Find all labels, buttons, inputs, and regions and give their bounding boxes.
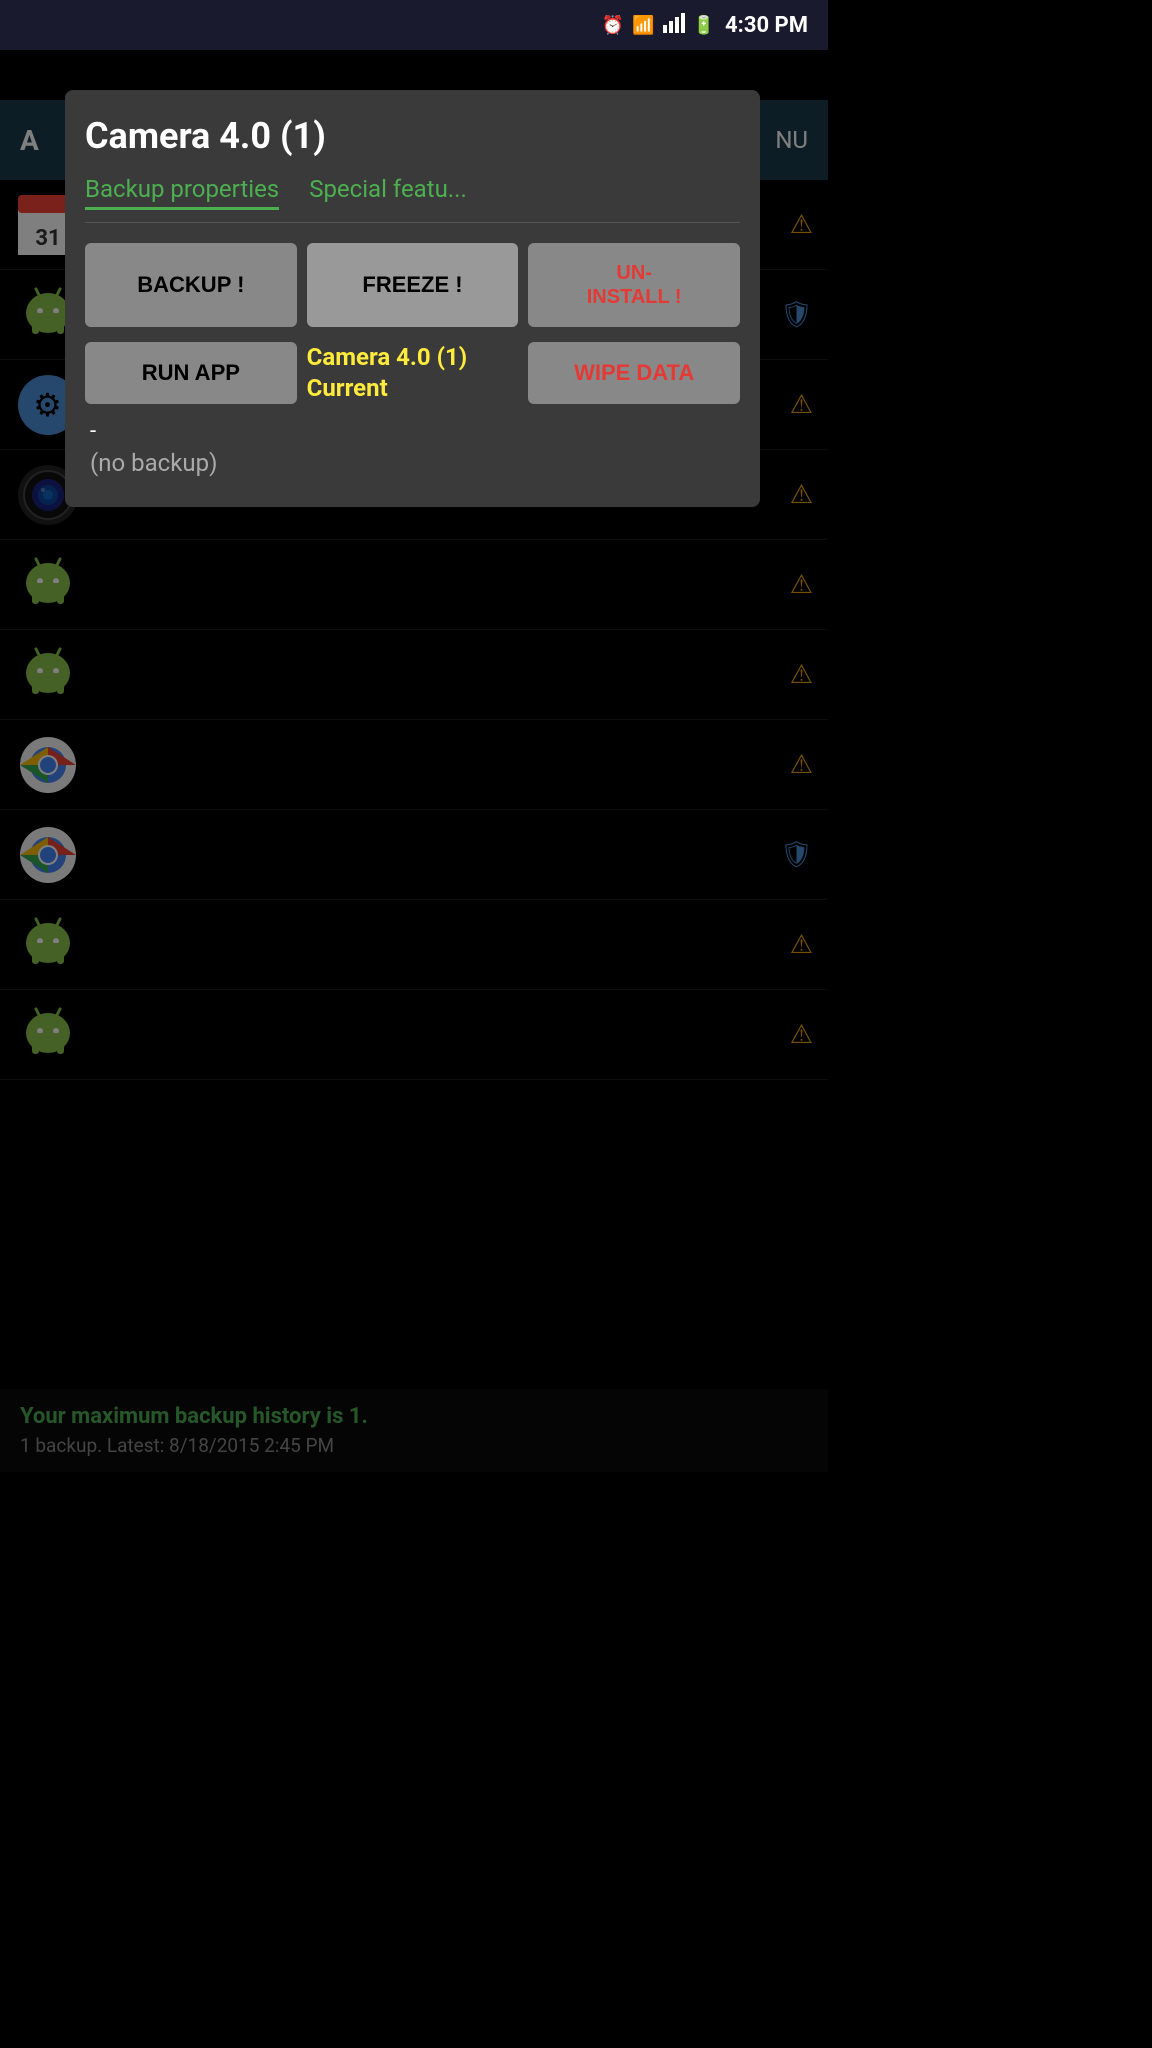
freeze-button[interactable]: FREEZE ! bbox=[307, 243, 519, 327]
modal-title: Camera 4.0 (1) bbox=[85, 115, 740, 157]
backup-status: (no backup) bbox=[90, 449, 740, 477]
wifi-icon: 📶 bbox=[632, 15, 654, 36]
backup-info-section: - (no backup) bbox=[85, 419, 740, 477]
modal-tabs: Backup properties Special featu... bbox=[85, 175, 740, 223]
run-app-button[interactable]: RUN APP bbox=[85, 342, 297, 404]
uninstall-label-line1: UN- bbox=[616, 262, 652, 284]
action-buttons-grid: BACKUP ! FREEZE ! UN- INSTALL ! bbox=[85, 243, 740, 327]
app-current-info: Camera 4.0 (1) Current bbox=[307, 342, 519, 404]
status-icons: ⏰ 📶 🔋 bbox=[602, 13, 715, 38]
signal-icon bbox=[663, 13, 685, 38]
uninstall-button[interactable]: UN- INSTALL ! bbox=[528, 243, 740, 327]
uninstall-label-line2: INSTALL ! bbox=[587, 286, 682, 308]
tab-special-features[interactable]: Special featu... bbox=[309, 175, 467, 210]
status-bar: ⏰ 📶 🔋 4:30 PM bbox=[0, 0, 828, 50]
status-time: 4:30 PM bbox=[725, 13, 808, 38]
app-info-row: RUN APP Camera 4.0 (1) Current WIPE DATA bbox=[85, 342, 740, 404]
battery-icon: 🔋 bbox=[693, 15, 715, 36]
backup-dash: - bbox=[90, 419, 740, 444]
tab-backup-properties[interactable]: Backup properties bbox=[85, 175, 279, 210]
wipe-data-button[interactable]: WIPE DATA bbox=[528, 342, 740, 404]
modal-dialog: Camera 4.0 (1) Backup properties Special… bbox=[65, 90, 760, 507]
alarm-icon: ⏰ bbox=[602, 15, 624, 36]
app-current-name: Camera 4.0 (1) bbox=[307, 343, 468, 371]
backup-button[interactable]: BACKUP ! bbox=[85, 243, 297, 327]
app-current-label: Current bbox=[307, 374, 388, 402]
